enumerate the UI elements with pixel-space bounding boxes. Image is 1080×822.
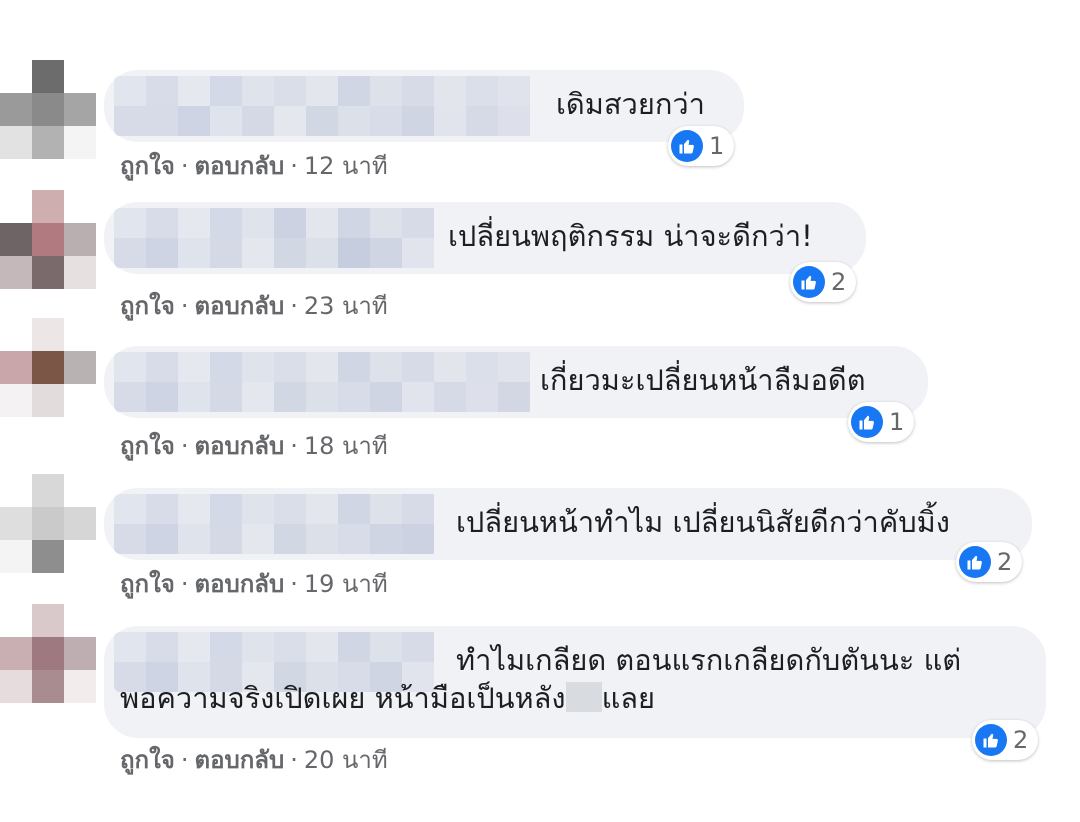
like-link[interactable]: ถูกใจ	[120, 152, 175, 180]
thumbs-up-icon	[975, 724, 1007, 756]
comment-actions: ถูกใจ · ตอบกลับ · 12 นาที	[120, 146, 388, 185]
comment-text: เกี่ยวมะเปลี่ยนหน้าลืมอดีต	[540, 363, 866, 397]
timestamp[interactable]: 23 นาที	[304, 292, 388, 320]
comment-actions: ถูกใจ · ตอบกลับ · 20 นาที	[120, 740, 388, 779]
like-reaction-count[interactable]: 2	[972, 720, 1039, 760]
like-count: 1	[709, 132, 725, 160]
commenter-name-blurred[interactable]	[114, 352, 534, 412]
separator-dot: ·	[290, 570, 298, 598]
thumbs-up-icon	[671, 130, 703, 162]
reply-link[interactable]: ตอบกลับ	[194, 152, 284, 180]
separator-dot: ·	[180, 746, 189, 774]
comment-bubble: เปลี่ยนหน้าทำไม เปลี่ยนนิสัยดีกว่าคับมิ้…	[104, 488, 1032, 560]
thumbs-up-icon	[851, 406, 883, 438]
reply-link[interactable]: ตอบกลับ	[194, 432, 284, 460]
comment-text: เดิมสวยกว่า	[556, 87, 705, 121]
separator-dot: ·	[290, 292, 298, 320]
separator-dot: ·	[180, 432, 189, 460]
like-link[interactable]: ถูกใจ	[120, 432, 175, 460]
avatar[interactable]	[0, 474, 96, 574]
reply-link[interactable]: ตอบกลับ	[194, 292, 284, 320]
avatar[interactable]	[0, 604, 96, 704]
comment-actions: ถูกใจ · ตอบกลับ · 23 นาที	[120, 286, 388, 325]
like-link[interactable]: ถูกใจ	[120, 570, 175, 598]
avatar[interactable]	[0, 318, 96, 418]
like-count: 2	[997, 548, 1013, 576]
timestamp[interactable]: 12 นาที	[304, 152, 388, 180]
like-reaction-count[interactable]: 2	[956, 542, 1023, 582]
like-reaction-count[interactable]: 1	[848, 402, 915, 442]
comment-text-part: แลย	[601, 681, 656, 715]
thumbs-up-icon	[959, 546, 991, 578]
like-count: 1	[889, 408, 905, 436]
separator-dot: ·	[180, 292, 189, 320]
avatar[interactable]	[0, 190, 96, 290]
timestamp[interactable]: 18 นาที	[304, 432, 388, 460]
reply-link[interactable]: ตอบกลับ	[194, 570, 284, 598]
thumbs-up-icon	[793, 266, 825, 298]
like-reaction-count[interactable]: 1	[668, 126, 735, 166]
comment-text: เปลี่ยนพฤติกรรม น่าจะดีกว่า!	[448, 219, 813, 253]
like-link[interactable]: ถูกใจ	[120, 746, 175, 774]
comment-bubble: เปลี่ยนพฤติกรรม น่าจะดีกว่า!	[104, 202, 866, 274]
timestamp[interactable]: 19 นาที	[304, 570, 388, 598]
commenter-name-blurred[interactable]	[114, 208, 446, 268]
avatar[interactable]	[0, 60, 96, 160]
separator-dot: ·	[180, 152, 189, 180]
comment-bubble: เดิมสวยกว่า	[104, 70, 744, 142]
comment-actions: ถูกใจ · ตอบกลับ · 18 นาที	[120, 426, 388, 465]
comment-text-part: พอความจริงเปิดเผย หน้ามือเป็นหลัง	[120, 681, 566, 715]
comment-bubble: ทำไมเกลียด ตอนแรกเกลียดกับตันนะ แต่ พอคว…	[104, 626, 1046, 738]
separator-dot: ·	[290, 432, 298, 460]
comment-text: เปลี่ยนหน้าทำไม เปลี่ยนนิสัยดีกว่าคับมิ้…	[456, 505, 950, 539]
comment-text-line-2: พอความจริงเปิดเผย หน้ามือเป็นหลัง แลย	[120, 680, 655, 717]
comment-bubble: เกี่ยวมะเปลี่ยนหน้าลืมอดีต	[104, 346, 928, 418]
like-count: 2	[1013, 726, 1029, 754]
commenter-name-blurred[interactable]	[114, 76, 554, 136]
like-link[interactable]: ถูกใจ	[120, 292, 175, 320]
timestamp[interactable]: 20 นาที	[304, 746, 388, 774]
separator-dot: ·	[290, 152, 298, 180]
like-reaction-count[interactable]: 2	[790, 262, 857, 302]
separator-dot: ·	[180, 570, 189, 598]
commenter-name-blurred[interactable]	[114, 494, 454, 554]
comment-text-line-1: ทำไมเกลียด ตอนแรกเกลียดกับตันนะ แต่	[456, 643, 962, 677]
comment-actions: ถูกใจ · ตอบกลับ · 19 นาที	[120, 564, 388, 603]
reply-link[interactable]: ตอบกลับ	[194, 746, 284, 774]
censored-word	[565, 682, 602, 712]
like-count: 2	[831, 268, 847, 296]
separator-dot: ·	[290, 746, 298, 774]
